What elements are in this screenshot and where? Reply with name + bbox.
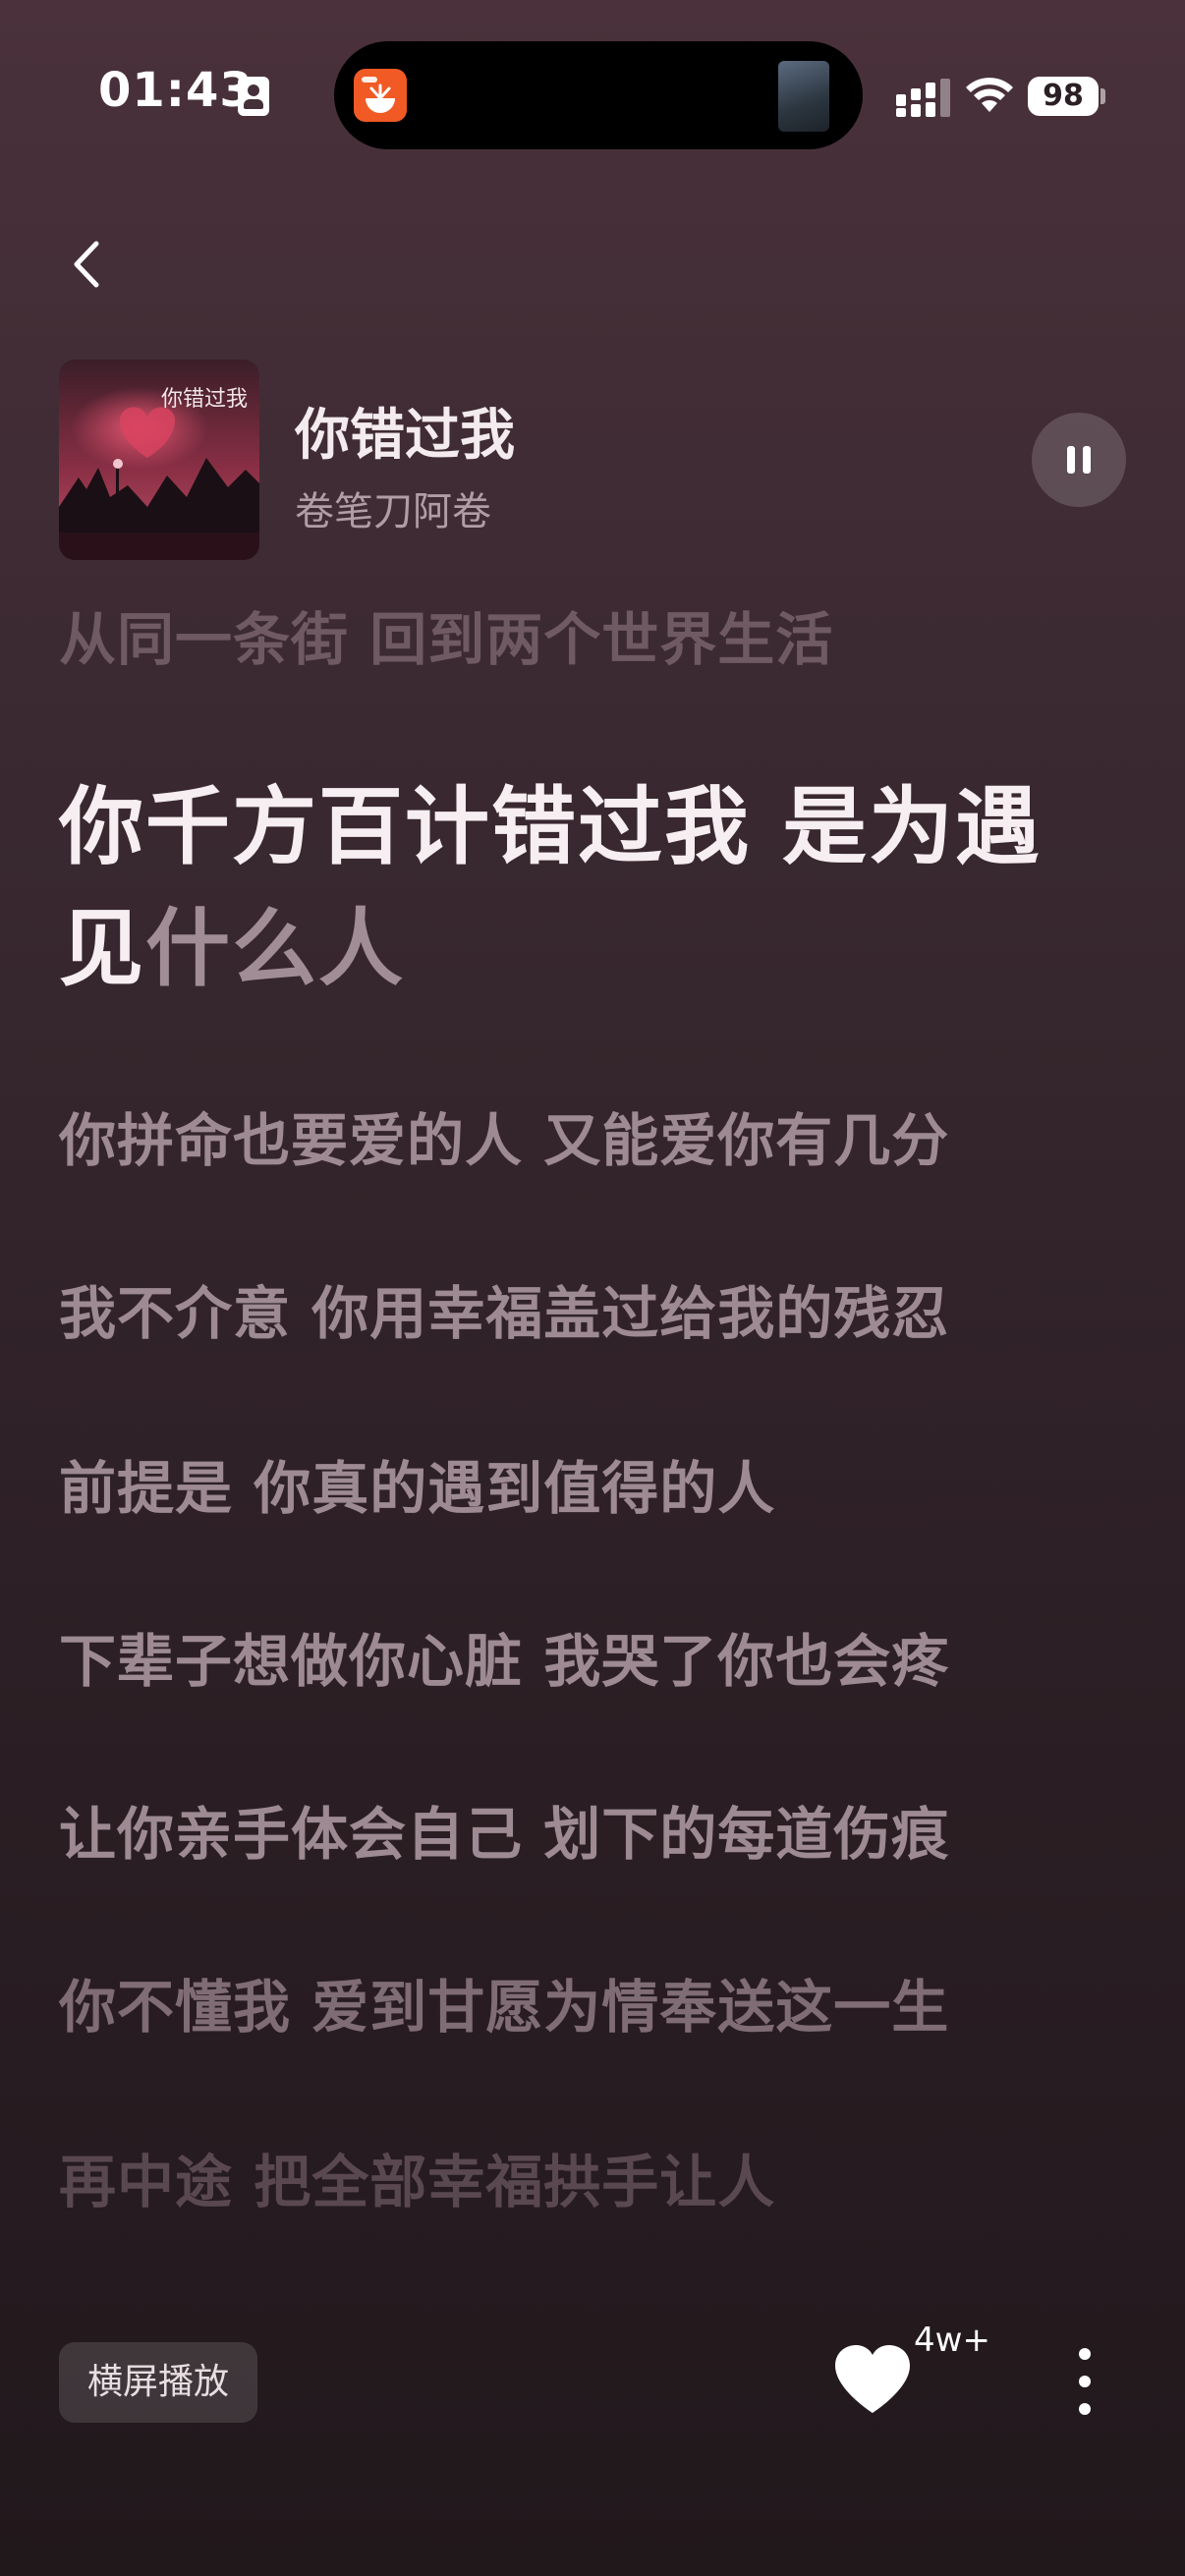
lyric-line-current[interactable]: 你千方百计错过我 是为遇见什么人 xyxy=(59,766,1042,1010)
heart-icon[interactable] xyxy=(833,2344,912,2415)
battery-nub xyxy=(1100,88,1105,104)
landscape-play-button[interactable]: 横屏播放 xyxy=(59,2342,257,2423)
cellular-signal-icon xyxy=(896,79,950,117)
lyric-line[interactable]: 下辈子想做你心脏 我哭了你也会疼 xyxy=(59,1615,949,1698)
lyric-line[interactable]: 前提是 你真的遇到值得的人 xyxy=(59,1442,775,1525)
wifi-icon xyxy=(966,78,1013,112)
pause-button[interactable] xyxy=(1032,413,1126,507)
music-app-icon xyxy=(354,69,407,122)
song-title: 你错过我 xyxy=(295,404,515,468)
song-artist[interactable]: 卷笔刀阿卷 xyxy=(295,479,491,536)
pause-icon xyxy=(1067,446,1075,474)
lyric-current-unsung: 什么人 xyxy=(145,900,405,998)
more-options-button[interactable] xyxy=(1065,2344,1104,2419)
status-time: 01:43 xyxy=(98,63,254,118)
back-chevron-icon[interactable] xyxy=(59,230,118,299)
lyric-line[interactable]: 再中途 把全部幸福拱手让人 xyxy=(59,2136,775,2218)
lyric-line[interactable]: 你拼命也要爱的人 又能爱你有几分 xyxy=(59,1094,949,1177)
lyric-line-previous[interactable]: 从同一条街 回到两个世界生活 xyxy=(59,593,833,676)
lyric-line[interactable]: 我不介意 你用幸福盖过给我的残忍 xyxy=(59,1267,949,1350)
lyric-line[interactable]: 你不懂我 爱到甘愿为情奉送这一生 xyxy=(59,1961,949,2044)
lyric-line[interactable]: 让你亲手体会自己 划下的每道伤痕 xyxy=(59,1788,949,1871)
like-count: 4w+ xyxy=(914,2321,990,2360)
more-icon xyxy=(1079,2348,1091,2360)
album-cover[interactable]: 你错过我 xyxy=(59,360,259,560)
battery-indicator: 98 xyxy=(1028,77,1099,116)
now-playing-thumbnail xyxy=(778,61,829,132)
contact-card-icon xyxy=(238,77,269,116)
album-cover-text: 你错过我 xyxy=(161,387,249,412)
